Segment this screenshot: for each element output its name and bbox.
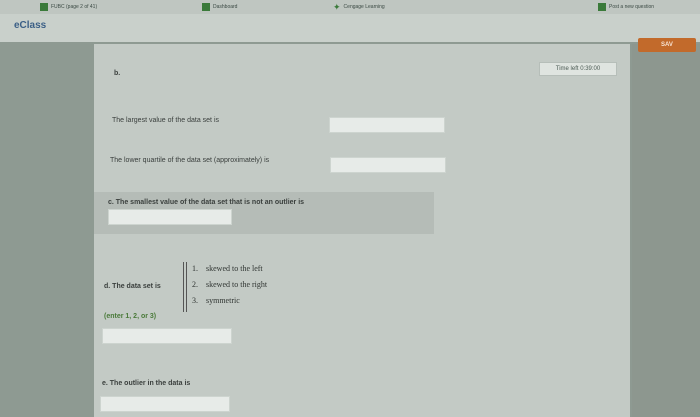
option-3: 3. symmetric [192,296,240,305]
options-matrix: 1. skewed to the left 2. skewed to the rig… [183,262,284,312]
brand-logo[interactable]: eClass [14,20,46,31]
part-c-label: c. The smallest value of the data set th… [108,199,305,206]
right-gutter [632,44,700,417]
lower-quartile-input[interactable] [330,157,446,173]
largest-value-input[interactable] [329,117,445,133]
question-panel: b. The largest value of the data set is … [94,44,630,417]
part-e-label: e. The outlier in the data is [102,380,191,387]
lower-quartile-label: The lower quartile of the data set (appr… [110,157,270,164]
option-text: symmetric [206,296,240,305]
tab-label: FUBC (page 2 of 41) [51,4,98,10]
largest-value-label: The largest value of the data set is [112,117,220,124]
tab-fubc[interactable]: FUBC (page 2 of 41) [40,2,97,12]
browser-tab-bar: FUBC (page 2 of 41) Dashboard ✦ Cengage … [0,0,700,15]
tab-dashboard[interactable]: Dashboard [202,2,237,12]
tab-label: Post a new question [609,4,655,10]
smallest-non-outlier-input[interactable] [108,209,232,225]
tab-post-question[interactable]: Post a new question [598,2,654,12]
option-text: skewed to the right [206,280,268,289]
option-number: 1. [192,264,198,273]
star-icon: ✦ [333,2,341,12]
page-icon [40,3,48,11]
app-header [0,14,700,42]
page-icon [202,3,210,11]
part-d-hint: (enter 1, 2, or 3) [104,313,157,320]
tab-label: Cengage Learning [343,4,385,10]
time-left-display: Time left 0:39:00 [539,62,617,76]
tab-label: Dashboard [213,4,238,10]
tab-cengage[interactable]: ✦ Cengage Learning [333,2,385,12]
skew-choice-input[interactable] [102,328,232,344]
outlier-input[interactable] [100,396,230,412]
save-button[interactable]: SAV [638,38,696,52]
option-number: 3. [192,296,198,305]
part-d-label: d. The data set is [104,283,161,290]
part-b-label: b. [114,70,121,77]
option-number: 2. [192,280,198,289]
option-2: 2. skewed to the right [192,280,267,289]
option-1: 1. skewed to the left [192,264,263,273]
page-icon [598,3,606,11]
option-text: skewed to the left [206,264,263,273]
